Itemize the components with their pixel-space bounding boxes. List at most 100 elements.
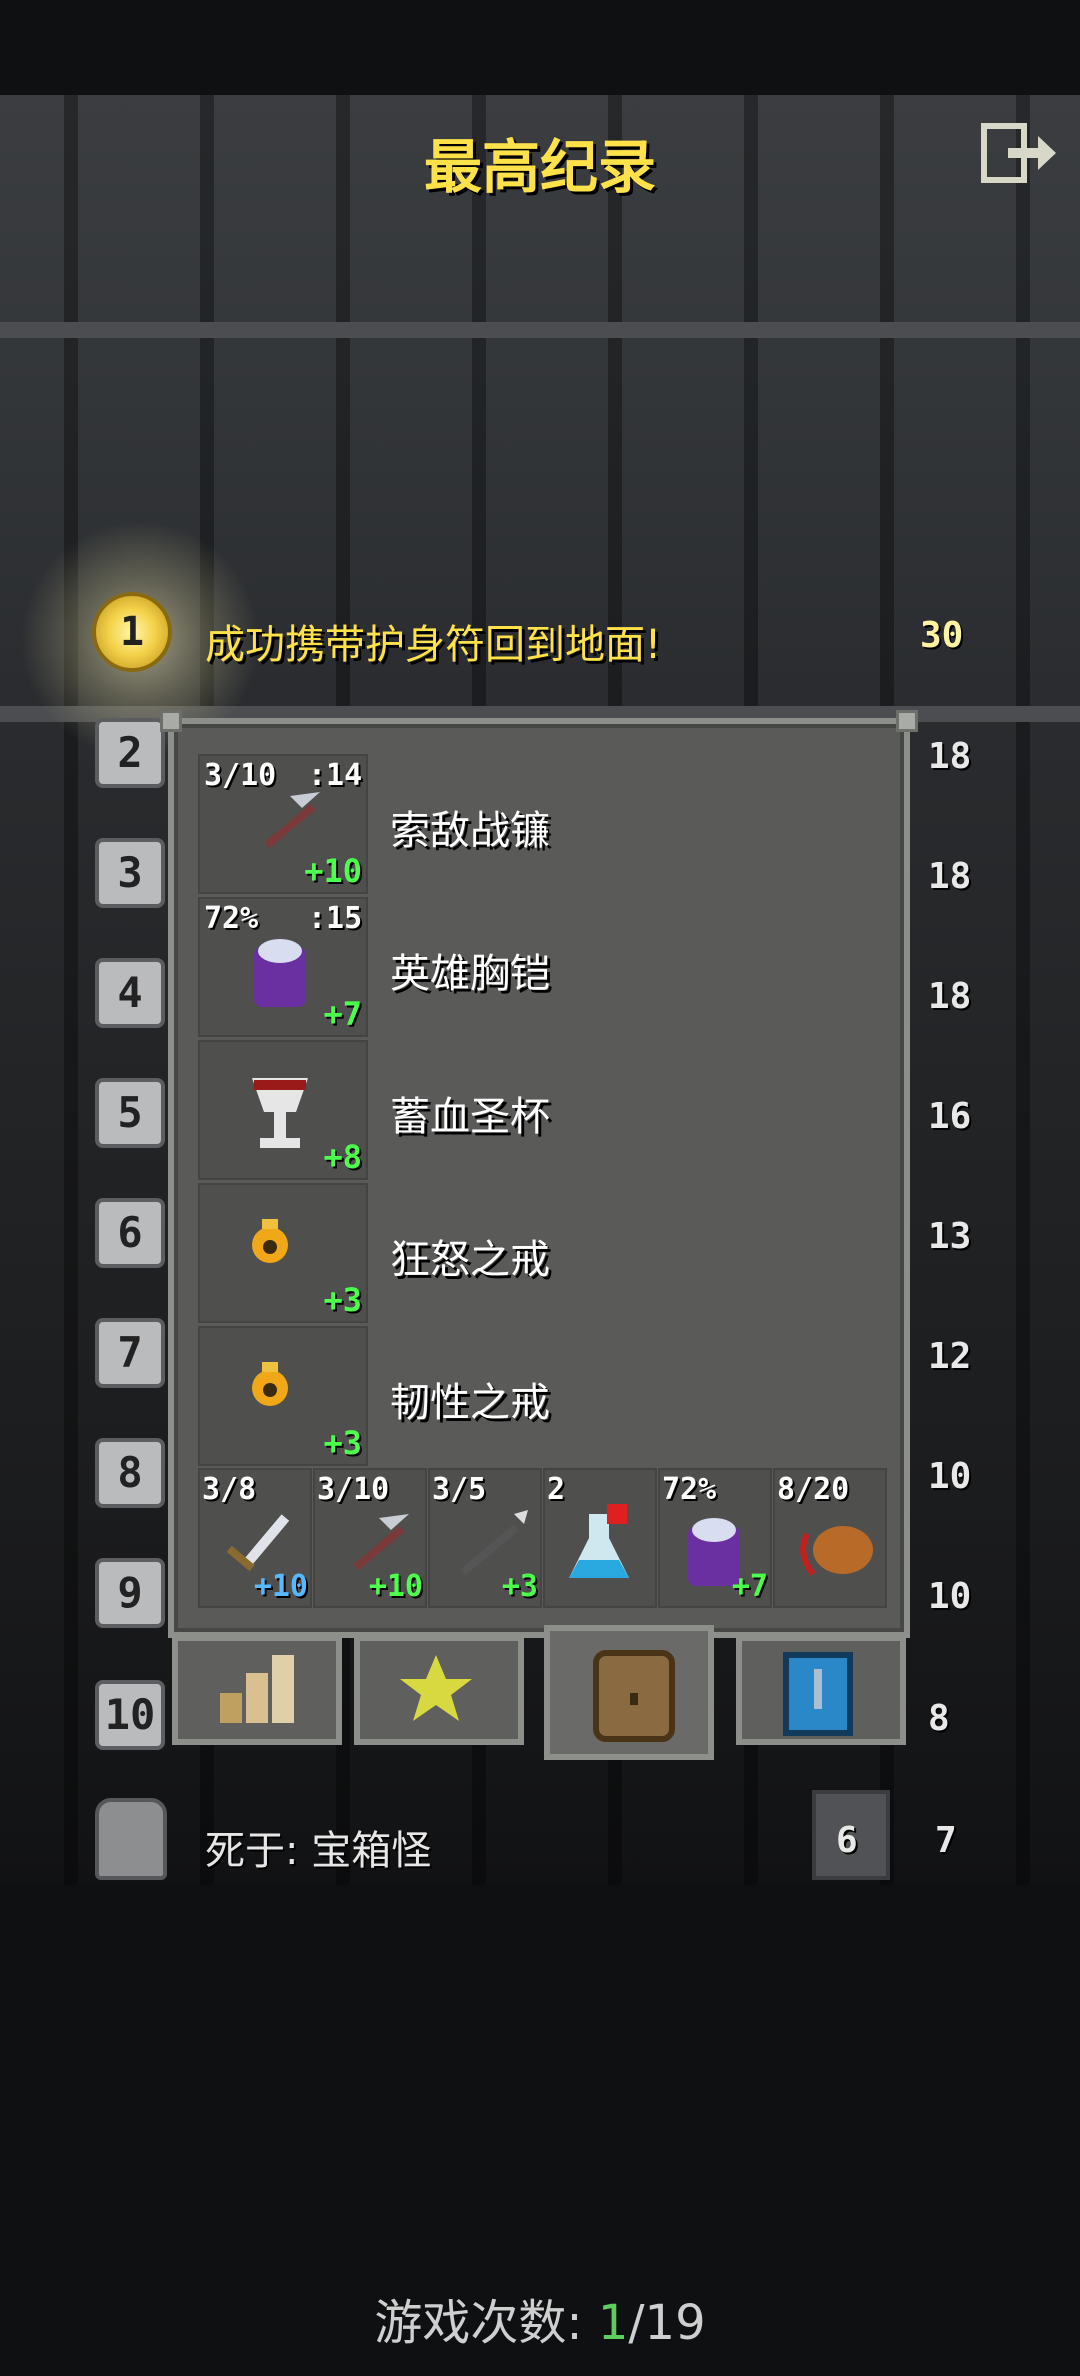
rank-badge: 10 — [95, 1680, 165, 1750]
panel-corner — [160, 710, 182, 732]
games-total: /19 — [628, 2295, 706, 2351]
inventory-icon — [586, 1645, 682, 1749]
potion-icon — [559, 1504, 639, 1598]
rank-score: 13 — [928, 1216, 972, 1257]
item-charge: 72% — [204, 901, 259, 936]
rank-badge: 4 — [95, 958, 165, 1028]
rank-row[interactable]: 9 — [95, 1558, 167, 1630]
quickslot-count: 3/5 — [432, 1472, 487, 1507]
tombstone-icon — [95, 1798, 167, 1880]
quickslot-count: 72% — [662, 1472, 717, 1507]
rank-badge: 8 — [95, 1438, 165, 1508]
tab-journal[interactable] — [736, 1635, 906, 1745]
rank-badge: 9 — [95, 1558, 165, 1628]
rank-score: 8 — [928, 1698, 950, 1739]
equipment-row[interactable]: +8 蓄血圣杯 — [198, 1040, 884, 1180]
item-upgrade: +3 — [323, 1424, 362, 1462]
equipment-slot[interactable]: +3 — [198, 1326, 368, 1466]
top-entry-text[interactable]: 成功携带护身符回到地面! — [205, 612, 661, 670]
quickslot-count: 3/8 — [202, 1472, 257, 1507]
equipment-row[interactable]: +3 狂怒之戒 — [198, 1183, 884, 1323]
last-entry-level: 7 — [935, 1820, 957, 1861]
rank-1-badge: 1 — [92, 592, 172, 672]
exit-icon — [981, 123, 1056, 183]
page-title: 最高纪录 — [423, 133, 656, 201]
quickslot[interactable]: 3/5 +3 — [428, 1468, 542, 1608]
ring-icon — [240, 1211, 300, 1275]
item-upgrade: +7 — [323, 995, 362, 1033]
equipment-row[interactable]: +3 韧性之戒 — [198, 1326, 884, 1466]
rank-row[interactable]: 7 — [95, 1318, 167, 1390]
item-name: 索敌战镰 — [390, 808, 550, 854]
horn-icon — [789, 1504, 879, 1598]
rank-badge: 2 — [95, 718, 165, 788]
panel-corner — [896, 710, 918, 732]
rank-row[interactable]: 2 — [95, 718, 167, 790]
quickslot-upgrade: +10 — [253, 1569, 308, 1604]
rank-row[interactable]: 5 — [95, 1078, 167, 1150]
quickslot[interactable]: 8/20 — [773, 1468, 887, 1608]
equipment-slot[interactable]: 3/10 :14 +10 — [198, 754, 368, 894]
quickslot-upgrade: +7 — [731, 1569, 768, 1604]
equipment-row[interactable]: 72% :15 +7 英雄胸铠 — [198, 897, 884, 1037]
quickslot-bar: 3/8 +10 3/10 +10 3/5 +3 2 72% +7 8/20 — [198, 1468, 887, 1608]
armor-icon — [240, 925, 320, 1019]
top-entry-depth: 30 — [920, 615, 964, 656]
tab-badges[interactable] — [354, 1635, 524, 1745]
item-name: 英雄胸铠 — [390, 951, 550, 997]
games-played: 游戏次数: 1/19 — [0, 2283, 1080, 2353]
rank-row[interactable]: 4 — [95, 958, 167, 1030]
quickslot[interactable]: 72% +7 — [658, 1468, 772, 1608]
equipment-slot[interactable]: +3 — [198, 1183, 368, 1323]
item-strength: :14 — [308, 758, 363, 793]
tab-inventory[interactable] — [544, 1625, 714, 1760]
ring-icon — [240, 1354, 300, 1418]
rank-badge: 6 — [95, 1198, 165, 1268]
stats-icon — [214, 1649, 304, 1733]
item-upgrade: +3 — [323, 1281, 362, 1319]
wall-ledge — [0, 322, 1080, 338]
last-entry-depth: 6 — [836, 1820, 858, 1861]
rank-row[interactable]: 6 — [95, 1198, 167, 1270]
quickslot-upgrade: +3 — [501, 1569, 538, 1604]
rank-score: 18 — [928, 856, 972, 897]
rank-badge: 5 — [95, 1078, 165, 1148]
badges-icon — [396, 1649, 476, 1733]
quickslot-upgrade: +10 — [368, 1569, 423, 1604]
quickslot[interactable]: 3/10 +10 — [313, 1468, 427, 1608]
rank-row[interactable]: 3 — [95, 838, 167, 910]
rank-score: 18 — [928, 736, 972, 777]
chalice-icon — [240, 1068, 320, 1162]
rank-score: 10 — [928, 1576, 972, 1617]
rank-row[interactable]: 8 — [95, 1438, 167, 1510]
quickslot[interactable]: 3/8 +10 — [198, 1468, 312, 1608]
exit-button[interactable] — [980, 120, 1058, 186]
quickslot-count: 2 — [547, 1472, 566, 1507]
item-charge: 3/10 — [204, 758, 277, 793]
games-label: 游戏次数: — [374, 2295, 598, 2351]
item-upgrade: +8 — [323, 1138, 362, 1176]
quickslot[interactable]: 2 — [543, 1468, 657, 1608]
rank-score: 10 — [928, 1456, 972, 1497]
rank-score: 12 — [928, 1336, 972, 1377]
rank-badge: 7 — [95, 1318, 165, 1388]
rank-badge: 3 — [95, 838, 165, 908]
journal-icon — [778, 1649, 858, 1743]
item-name: 韧性之戒 — [390, 1380, 550, 1426]
item-name: 狂怒之戒 — [390, 1237, 550, 1283]
item-upgrade: +10 — [304, 852, 362, 890]
item-name: 蓄血圣杯 — [390, 1094, 550, 1140]
equipment-slot[interactable]: 72% :15 +7 — [198, 897, 368, 1037]
death-text[interactable]: 死于: 宝箱怪 — [205, 1818, 431, 1876]
quickslot-count: 8/20 — [777, 1472, 850, 1507]
tab-stats[interactable] — [172, 1635, 342, 1745]
item-panel: 3/10:14 +10 索敌战镰 72%:15 +7 英雄胸铠 +8 蓄血圣杯 +3 狂怒之戒 +3… — [160, 710, 918, 1638]
rank-score: 18 — [928, 976, 972, 1017]
rank-row[interactable]: 10 — [95, 1680, 167, 1752]
equipment-slot[interactable]: +8 — [198, 1040, 368, 1180]
rank-score: 16 — [928, 1096, 972, 1137]
quickslot-count: 3/10 — [317, 1472, 390, 1507]
games-current: 1 — [597, 2295, 629, 2351]
item-strength: :15 — [308, 901, 363, 936]
equipment-row[interactable]: 3/10 :14 +10 索敌战镰 — [198, 754, 884, 894]
